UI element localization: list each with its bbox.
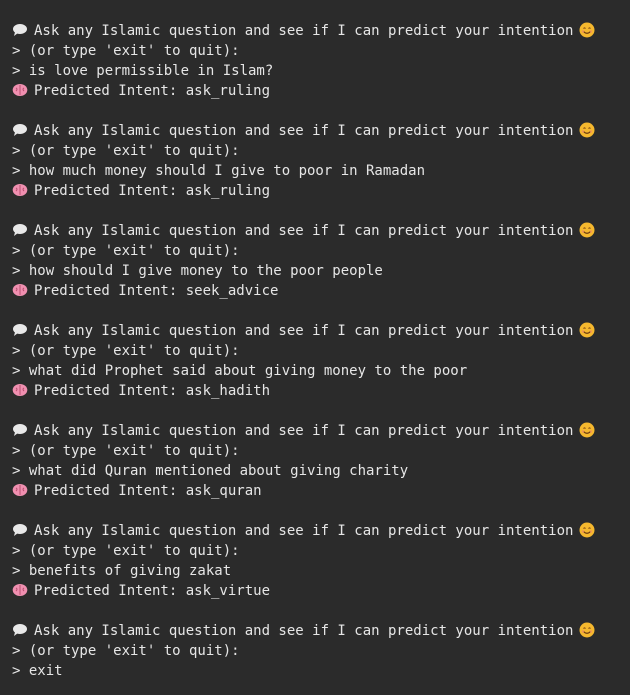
smiling-face-icon (579, 222, 595, 244)
speech-balloon-icon (12, 523, 28, 543)
prediction-line: Predicted Intent: ask_hadith (12, 381, 630, 401)
brain-icon (12, 83, 28, 103)
quit-hint-line: > (or type 'exit' to quit): (12, 443, 240, 459)
user-input-line: > how should I give money to the poor pe… (12, 263, 383, 279)
smiling-face-icon (579, 422, 595, 444)
smiling-face-icon (579, 322, 595, 344)
prompt-text: Ask any Islamic question and see if I ca… (34, 323, 574, 339)
prompt-line: Ask any Islamic question and see if I ca… (12, 621, 630, 641)
prediction-prefix: Predicted Intent: (34, 483, 186, 499)
prompt-line: Ask any Islamic question and see if I ca… (12, 121, 630, 141)
predicted-intent: seek_advice (185, 283, 279, 299)
brain-icon (12, 483, 28, 503)
prediction-line: Predicted Intent: ask_virtue (12, 581, 630, 601)
exchange-block: Ask any Islamic question and see if I ca… (12, 621, 630, 681)
user-input-line: > is love permissible in Islam? (12, 63, 274, 79)
prediction-prefix: Predicted Intent: (34, 383, 186, 399)
speech-balloon-icon (12, 123, 28, 143)
predicted-intent: ask_hadith (185, 383, 271, 399)
smiling-face-icon (579, 122, 595, 144)
prediction-prefix: Predicted Intent: (34, 183, 186, 199)
quit-hint-line: > (or type 'exit' to quit): (12, 143, 240, 159)
speech-balloon-icon (12, 223, 28, 243)
smiling-face-icon (579, 522, 595, 544)
exchange-block: Ask any Islamic question and see if I ca… (12, 321, 630, 401)
user-input-line: > exit (12, 663, 63, 679)
quit-hint-line: > (or type 'exit' to quit): (12, 643, 240, 659)
prediction-line: Predicted Intent: seek_advice (12, 281, 630, 301)
speech-balloon-icon (12, 323, 28, 343)
brain-icon (12, 183, 28, 203)
prompt-text: Ask any Islamic question and see if I ca… (34, 223, 574, 239)
prediction-line: Predicted Intent: ask_ruling (12, 181, 630, 201)
predicted-intent: ask_virtue (185, 583, 271, 599)
quit-hint-line: > (or type 'exit' to quit): (12, 43, 240, 59)
speech-balloon-icon (12, 623, 28, 643)
quit-hint-line: > (or type 'exit' to quit): (12, 543, 240, 559)
brain-icon (12, 583, 28, 603)
brain-icon (12, 383, 28, 403)
quit-hint-line: > (or type 'exit' to quit): (12, 243, 240, 259)
prediction-prefix: Predicted Intent: (34, 283, 186, 299)
terminal-output: Ask any Islamic question and see if I ca… (0, 0, 630, 695)
exchange-block: Ask any Islamic question and see if I ca… (12, 121, 630, 201)
prompt-text: Ask any Islamic question and see if I ca… (34, 23, 574, 39)
prompt-line: Ask any Islamic question and see if I ca… (12, 321, 630, 341)
prompt-line: Ask any Islamic question and see if I ca… (12, 521, 630, 541)
prompt-text: Ask any Islamic question and see if I ca… (34, 423, 574, 439)
prompt-line: Ask any Islamic question and see if I ca… (12, 421, 630, 441)
prediction-prefix: Predicted Intent: (34, 583, 186, 599)
prompt-text: Ask any Islamic question and see if I ca… (34, 623, 574, 639)
predicted-intent: ask_ruling (185, 83, 271, 99)
smiling-face-icon (579, 622, 595, 644)
user-input-line: > what did Quran mentioned about giving … (12, 463, 409, 479)
exchange-block: Ask any Islamic question and see if I ca… (12, 521, 630, 601)
prompt-line: Ask any Islamic question and see if I ca… (12, 221, 630, 241)
user-input-line: > benefits of giving zakat (12, 563, 232, 579)
brain-icon (12, 283, 28, 303)
exchange-block: Ask any Islamic question and see if I ca… (12, 421, 630, 501)
prompt-line: Ask any Islamic question and see if I ca… (12, 21, 630, 41)
prediction-prefix: Predicted Intent: (34, 83, 186, 99)
speech-balloon-icon (12, 423, 28, 443)
speech-balloon-icon (12, 23, 28, 43)
user-input-line: > what did Prophet said about giving mon… (12, 363, 468, 379)
prediction-line: Predicted Intent: ask_ruling (12, 81, 630, 101)
exchange-block: Ask any Islamic question and see if I ca… (12, 221, 630, 301)
smiling-face-icon (579, 22, 595, 44)
prompt-text: Ask any Islamic question and see if I ca… (34, 123, 574, 139)
quit-hint-line: > (or type 'exit' to quit): (12, 343, 240, 359)
user-input-line: > how much money should I give to poor i… (12, 163, 426, 179)
predicted-intent: ask_ruling (185, 183, 271, 199)
predicted-intent: ask_quran (185, 483, 262, 499)
prompt-text: Ask any Islamic question and see if I ca… (34, 523, 574, 539)
prediction-line: Predicted Intent: ask_quran (12, 481, 630, 501)
exchange-block: Ask any Islamic question and see if I ca… (12, 21, 630, 101)
